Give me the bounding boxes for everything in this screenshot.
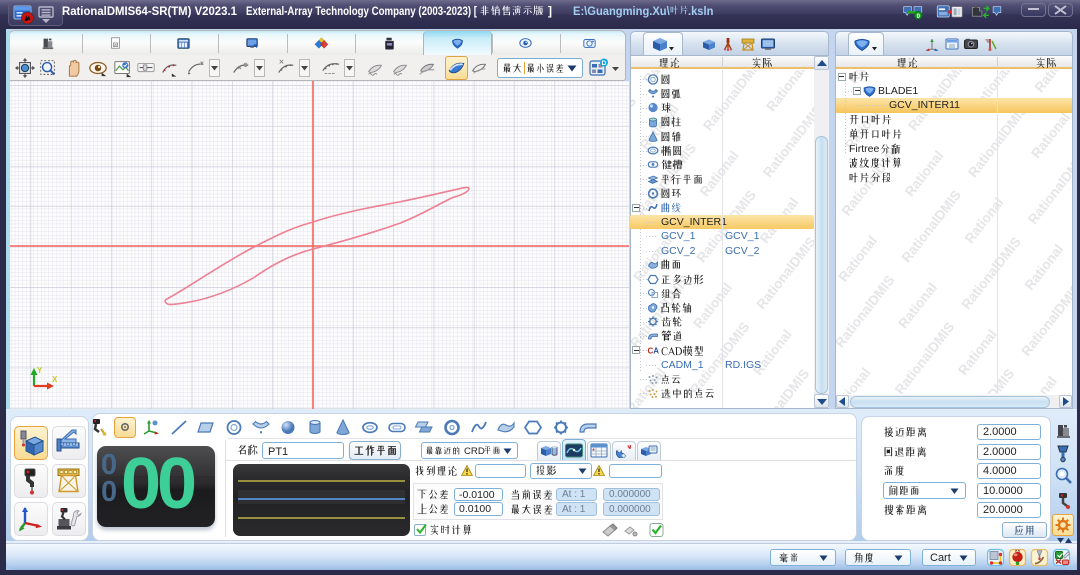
- svg-text:X: X: [52, 375, 58, 384]
- svg-text:Y: Y: [37, 366, 43, 375]
- svg-text:D: D: [602, 60, 607, 67]
- svg-text:CAD: CAD: [648, 346, 660, 355]
